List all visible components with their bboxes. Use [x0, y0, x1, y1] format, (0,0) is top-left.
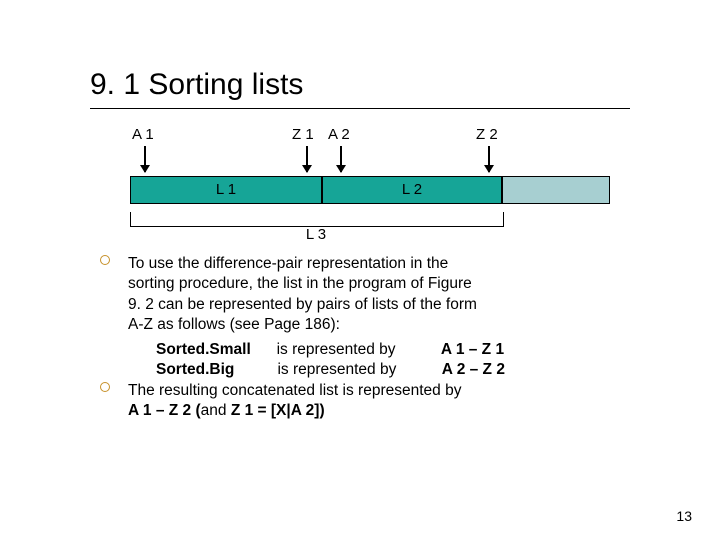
rep-row-1: Sorted.Small is represented by A 1 – Z 1 — [100, 340, 640, 360]
page-number: 13 — [676, 508, 692, 524]
slide-title: 9. 1 Sorting lists — [90, 68, 303, 102]
bullet-marker-icon — [100, 255, 110, 265]
brace-l3 — [130, 212, 504, 227]
arrow-a1 — [144, 146, 146, 172]
brace-l3-label: L 3 — [130, 226, 502, 243]
rep-row-2-name: Sorted.Big — [156, 361, 234, 378]
pointer-z2-label: Z 2 — [476, 126, 498, 143]
rep-row-2-mid: is represented by — [277, 360, 437, 380]
bullet-1-line-3: 9. 2 can be represented by pairs of list… — [128, 296, 477, 313]
bullet-2-tail-suffix: Z 1 = [X|A 2]) — [227, 402, 325, 419]
arrow-z2 — [488, 146, 490, 172]
box-l2-label: L 2 — [323, 181, 501, 198]
bullet-2-tail-prefix: A 1 – Z 2 ( — [128, 402, 201, 419]
rep-row-2: Sorted.Big is represented by A 2 – Z 2 — [100, 360, 640, 380]
box-l1-label: L 1 — [131, 181, 321, 198]
pointer-z1-label: Z 1 — [292, 126, 314, 143]
bullet-1-line-1: To use the difference-pair representatio… — [128, 255, 448, 272]
bullet-marker-icon — [100, 382, 110, 392]
box-l2: L 2 — [322, 176, 502, 204]
bullet-1: To use the difference-pair representatio… — [100, 254, 640, 336]
arrow-a2 — [340, 146, 342, 172]
bullet-1-line-2: sorting procedure, the list in the progr… — [128, 275, 472, 292]
pointer-a1-label: A 1 — [132, 126, 154, 143]
diagram: A 1 Z 1 A 2 Z 2 L 1 L 2 L 3 — [130, 126, 610, 246]
title-underline — [90, 108, 630, 109]
rep-row-1-mid: is represented by — [277, 340, 437, 360]
body-text: To use the difference-pair representatio… — [100, 254, 640, 426]
box-l1: L 1 — [130, 176, 322, 204]
bullet-1-line-4: A-Z as follows (see Page 186): — [128, 316, 340, 333]
bullet-2-line-1: The resulting concatenated list is repre… — [128, 382, 461, 399]
pointer-a2-label: A 2 — [328, 126, 350, 143]
bullet-2: The resulting concatenated list is repre… — [100, 381, 640, 422]
box-row: L 1 L 2 — [130, 176, 610, 204]
bullet-2-tail-mid: and — [201, 402, 227, 419]
box-tail — [502, 176, 610, 204]
rep-row-2-rhs: A 2 – Z 2 — [442, 361, 505, 378]
rep-row-1-rhs: A 1 – Z 1 — [441, 341, 504, 358]
rep-row-1-name: Sorted.Small — [156, 341, 251, 358]
arrow-z1 — [306, 146, 308, 172]
